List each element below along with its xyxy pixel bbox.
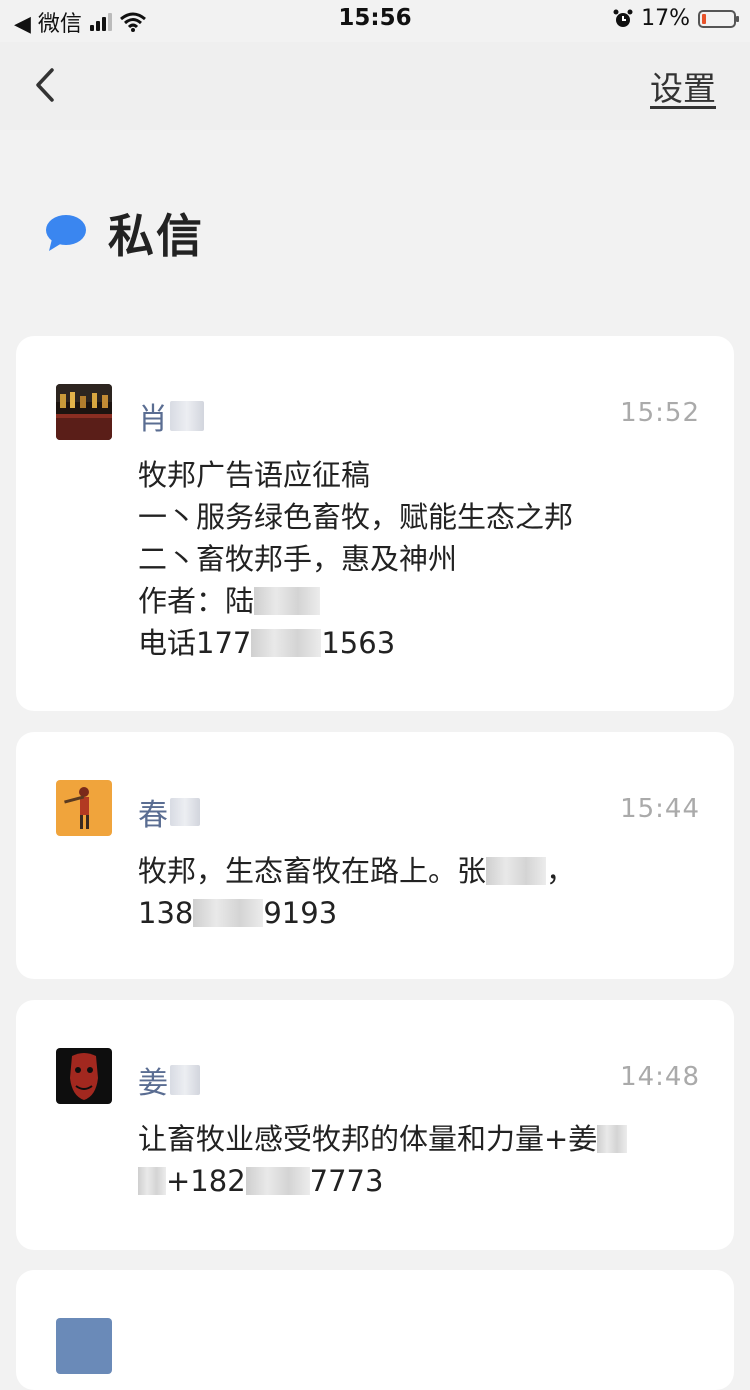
- message-line: 二丶畜牧邦手，惠及神州: [138, 542, 458, 576]
- avatar[interactable]: [56, 780, 112, 836]
- message-line: +182 7773: [138, 1160, 704, 1202]
- message-line: 牧邦，生态畜牧在路上。张，: [138, 854, 576, 888]
- redacted-text: [251, 629, 322, 657]
- message-time: 14:48: [620, 1062, 700, 1092]
- redacted-text: [245, 1167, 310, 1195]
- chat-bubble-icon: [46, 215, 86, 251]
- message-body: 牧邦，生态畜牧在路上。张， 138 9193: [138, 850, 704, 934]
- settings-link[interactable]: 设置: [650, 62, 716, 110]
- back-arrow-icon[interactable]: [28, 60, 68, 110]
- message-line: 电话177 1563: [138, 626, 396, 660]
- message-card[interactable]: 春 15:44 牧邦，生态畜牧在路上。张， 138 9193: [16, 732, 734, 979]
- sender-name: 姜: [138, 1058, 200, 1102]
- redacted-text: [170, 1065, 200, 1095]
- status-right: 17%: [613, 6, 739, 31]
- redacted-text: [254, 587, 321, 615]
- redacted-text: [486, 857, 547, 885]
- message-time: 15:44: [620, 794, 700, 824]
- avatar[interactable]: [56, 384, 112, 440]
- section-header: 私信: [44, 200, 204, 266]
- message-card[interactable]: [16, 1270, 734, 1390]
- redacted-text: [170, 798, 200, 826]
- message-card[interactable]: 姜 14:48 让畜牧业感受牧邦的体量和力量+姜 +182 7773: [16, 1000, 734, 1250]
- message-line: 一丶服务绿色畜牧，赋能生态之邦: [138, 500, 574, 534]
- redacted-text: [170, 401, 204, 431]
- sender-name: 肖: [138, 394, 204, 438]
- nav-bar: 设置: [0, 42, 750, 130]
- message-line: 让畜牧业感受牧邦的体量和力量+姜: [138, 1118, 704, 1160]
- redacted-text: [193, 899, 264, 927]
- message-body: 让畜牧业感受牧邦的体量和力量+姜 +182 7773: [138, 1118, 704, 1202]
- redacted-text: [138, 1167, 166, 1195]
- message-time: 15:52: [620, 398, 700, 428]
- battery-icon: [698, 9, 739, 28]
- message-line: 作者：陆: [138, 580, 704, 622]
- sender-name: 春: [138, 790, 200, 834]
- message-card[interactable]: 肖 15:52 牧邦广告语应征稿 一丶服务绿色畜牧，赋能生态之邦 二丶畜牧邦手，…: [16, 336, 734, 711]
- alarm-icon: [613, 9, 633, 27]
- status-bar: ◀ 微信 15:56 17%: [0, 0, 750, 42]
- avatar[interactable]: [56, 1048, 112, 1104]
- redacted-text: [597, 1125, 628, 1153]
- message-line: 牧邦广告语应征稿: [138, 458, 371, 492]
- avatar[interactable]: [56, 1318, 112, 1374]
- message-body: 牧邦广告语应征稿 一丶服务绿色畜牧，赋能生态之邦 二丶畜牧邦手，惠及神州 作者：…: [138, 454, 704, 664]
- page-title: 私信: [108, 209, 204, 263]
- battery-percent: 17%: [641, 6, 690, 31]
- message-line: 138 9193: [138, 896, 338, 930]
